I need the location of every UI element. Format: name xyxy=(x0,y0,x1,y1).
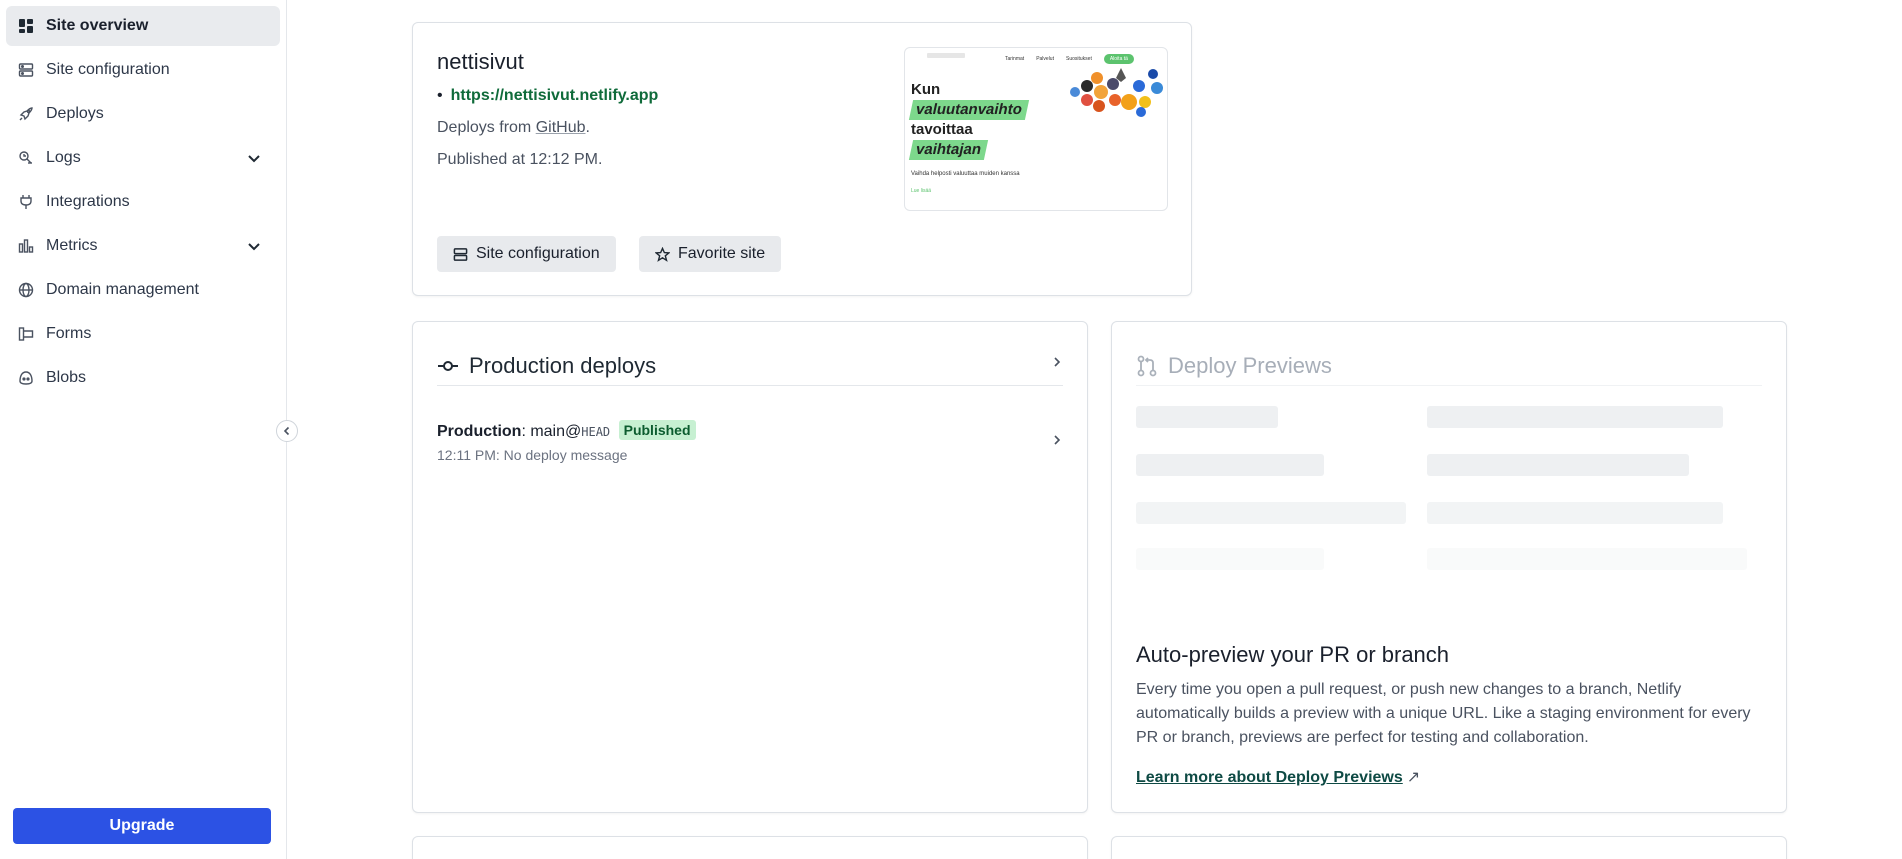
skeleton-placeholder xyxy=(1427,454,1689,476)
production-deploys-header[interactable]: Production deploys xyxy=(437,346,1063,386)
thumbnail-nav-item: Tarinmat xyxy=(1005,56,1025,62)
status-badge: Published xyxy=(618,420,696,440)
crypto-coins-illustration xyxy=(1070,68,1163,117)
blobs-icon xyxy=(18,370,34,386)
thumbnail-nav-item: Palvelut xyxy=(1036,56,1054,62)
rocket-icon xyxy=(18,106,34,122)
thumbnail-headline-line: valuutanvaihto xyxy=(908,100,1029,120)
sidebar-item-integrations[interactable]: Integrations xyxy=(6,182,280,222)
sidebar-item-label: Logs xyxy=(46,149,81,166)
sidebar-item-label: Blobs xyxy=(46,369,87,386)
commit-icon xyxy=(438,360,458,371)
thumbnail-headline-line: Kun xyxy=(911,81,941,98)
server-icon xyxy=(453,247,468,261)
deploy-previews-heading: Auto-preview your PR or branch xyxy=(1136,642,1450,667)
site-configuration-button[interactable]: Site configuration xyxy=(437,236,616,272)
external-link-icon: ↗ xyxy=(1406,769,1421,786)
sidebar-nav: Site overview Site configuration Deploys… xyxy=(0,0,286,398)
server-icon xyxy=(18,62,34,78)
skeleton-placeholder xyxy=(1136,502,1406,524)
sidebar-item-label: Site configuration xyxy=(46,61,170,78)
sidebar: Site overview Site configuration Deploys… xyxy=(0,0,287,859)
deploy-branch: main@ xyxy=(530,423,582,440)
site-summary-card: nettisivut • https://nettisivut.netlify.a… xyxy=(412,22,1192,296)
upgrade-button[interactable]: Upgrade xyxy=(13,808,271,844)
chevron-down-icon xyxy=(248,243,260,251)
skeleton-placeholder xyxy=(1427,406,1723,428)
lower-card-right xyxy=(1111,836,1787,859)
sidebar-item-label: Domain management xyxy=(46,281,199,298)
sidebar-item-blobs[interactable]: Blobs xyxy=(6,358,280,398)
plug-icon xyxy=(18,194,34,210)
published-time: Published at 12:12 PM. xyxy=(437,151,603,168)
deploys-from: Deploys from GitHub. xyxy=(437,119,590,137)
thumbnail-subtext: Vaihda helposti valuuttaa muiden kanssa xyxy=(911,171,1020,177)
star-icon xyxy=(655,246,670,262)
deploy-message: 12:11 PM: No deploy message xyxy=(437,447,628,463)
bullet-icon: • xyxy=(437,87,443,104)
skeleton-placeholder xyxy=(1427,502,1723,524)
lower-card-left xyxy=(412,836,1088,859)
chevron-right-icon xyxy=(1054,435,1061,445)
deploy-previews-title: Deploy Previews xyxy=(1168,352,1332,378)
sidebar-item-label: Site overview xyxy=(46,17,149,34)
button-label: Site configuration xyxy=(476,245,600,262)
deploy-previews-card: Deploy Previews Auto-preview your PR or … xyxy=(1111,321,1787,813)
sidebar-item-deploys[interactable]: Deploys xyxy=(6,94,280,134)
sidebar-item-site-overview[interactable]: Site overview xyxy=(6,6,280,46)
skeleton-placeholder xyxy=(1427,548,1747,570)
deploy-list-item[interactable]: Production: main@HEAD Published 12:11 PM… xyxy=(437,420,1063,468)
thumbnail-headline-line: tavoittaa xyxy=(911,121,973,138)
deploy-ref: HEAD xyxy=(581,425,611,439)
dashboard-icon xyxy=(18,18,34,34)
sidebar-item-forms[interactable]: Forms xyxy=(6,314,280,354)
chevron-down-icon xyxy=(248,155,260,163)
site-preview-thumbnail[interactable]: Tarinmat Palvelut Suositukset Aloita tä … xyxy=(904,47,1168,211)
logs-icon xyxy=(18,150,34,166)
site-url-link[interactable]: https://nettisivut.netlify.app xyxy=(451,87,659,104)
thumbnail-link: Lue lisää xyxy=(911,188,932,194)
chevron-right-icon xyxy=(1054,357,1061,367)
deploy-context: Production xyxy=(437,423,522,440)
button-label: Favorite site xyxy=(678,245,766,262)
deploy-source-link[interactable]: GitHub xyxy=(536,119,586,136)
favorite-site-button[interactable]: Favorite site xyxy=(639,236,782,272)
deploy-title: Production: main@HEAD Published xyxy=(437,420,1063,441)
bar-chart-icon xyxy=(18,238,34,254)
deploys-from-suffix: . xyxy=(585,119,590,136)
forms-icon xyxy=(18,326,34,342)
skeleton-placeholder xyxy=(1136,406,1278,428)
skeleton-placeholder xyxy=(1136,548,1324,570)
sidebar-item-label: Forms xyxy=(46,325,92,342)
learn-more-deploy-previews-link[interactable]: Learn more about Deploy Previews ↗ xyxy=(1136,767,1420,787)
link-label: Learn more about Deploy Previews xyxy=(1136,769,1403,786)
thumbnail-logo xyxy=(927,53,965,58)
deploys-from-prefix: Deploys from xyxy=(437,119,536,136)
sidebar-item-metrics[interactable]: Metrics xyxy=(6,226,280,266)
production-deploys-card: Production deploys Production: main@HEAD… xyxy=(412,321,1088,813)
sidebar-item-label: Integrations xyxy=(46,193,130,210)
pull-request-icon xyxy=(1137,355,1157,376)
site-url-row: • https://nettisivut.netlify.app xyxy=(437,87,658,105)
sidebar-item-label: Deploys xyxy=(46,105,104,122)
collapse-sidebar-button[interactable] xyxy=(276,420,298,442)
sidebar-item-label: Metrics xyxy=(46,237,98,254)
site-name: nettisivut xyxy=(437,49,524,74)
sidebar-item-domain-management[interactable]: Domain management xyxy=(6,270,280,310)
globe-icon xyxy=(18,282,34,298)
deploy-previews-header: Deploy Previews xyxy=(1136,346,1762,386)
sidebar-item-site-configuration[interactable]: Site configuration xyxy=(6,50,280,90)
deploy-previews-description: Every time you open a pull request, or p… xyxy=(1136,681,1751,746)
chevron-left-icon xyxy=(283,426,290,436)
skeleton-placeholder xyxy=(1136,454,1324,476)
production-deploys-title: Production deploys xyxy=(469,352,657,378)
thumbnail-headline: Kun valuutanvaihto tavoittaa vaihtajan xyxy=(908,80,1029,160)
sidebar-item-logs[interactable]: Logs xyxy=(6,138,280,178)
thumbnail-headline-line: vaihtajan xyxy=(908,140,1027,160)
